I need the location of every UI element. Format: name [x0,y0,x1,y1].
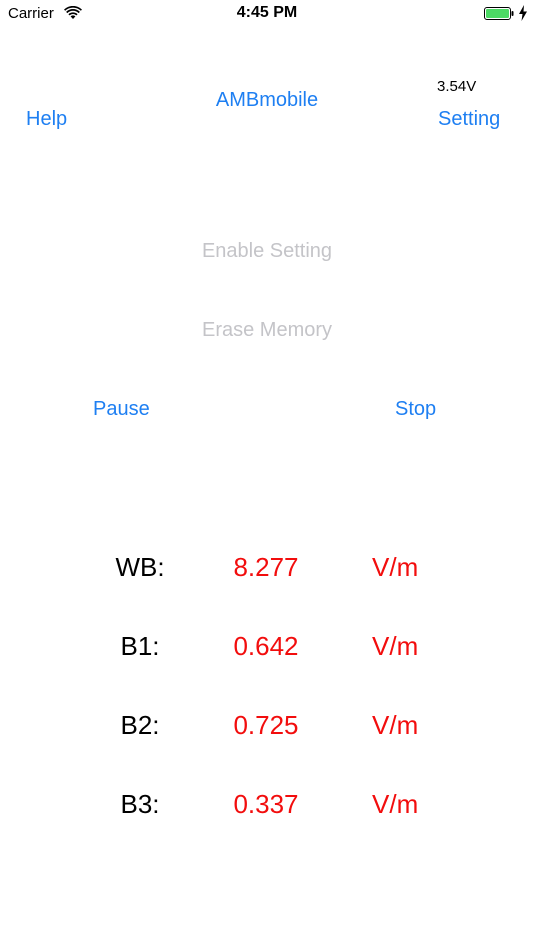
reading-label-b1: B1: [120,631,160,661]
reading-unit-b3: V/m [372,789,419,819]
stop-button[interactable]: Stop [395,398,436,421]
reading-unit-b1: V/m [372,631,419,661]
status-bar: Carrier 4:45 PM [0,0,534,28]
reading-value-b1: 0.642 [233,631,299,661]
erase-memory-button[interactable]: Erase Memory [0,319,534,342]
reading-unit-wb: V/m [372,552,419,582]
app-title-label: AMBmobile [215,89,319,111]
reading-value-b3: 0.337 [233,789,299,819]
battery-voltage: 3.54V [437,78,477,95]
status-time: 4:45 PM [236,4,298,21]
reading-value-b2: 0.725 [233,710,299,740]
charging-bolt-icon [519,5,527,21]
reading-label-b2: B2: [120,710,160,740]
pause-button[interactable]: Pause [93,398,150,421]
setting-button[interactable]: Setting [438,108,500,131]
reading-label-wb: WB: [115,552,165,582]
reading-label-b3: B3: [120,789,160,819]
reading-unit-b2: V/m [372,710,419,740]
battery-icon [484,7,514,20]
reading-value-wb: 8.277 [233,552,299,582]
enable-setting-button[interactable]: Enable Setting [0,240,534,263]
